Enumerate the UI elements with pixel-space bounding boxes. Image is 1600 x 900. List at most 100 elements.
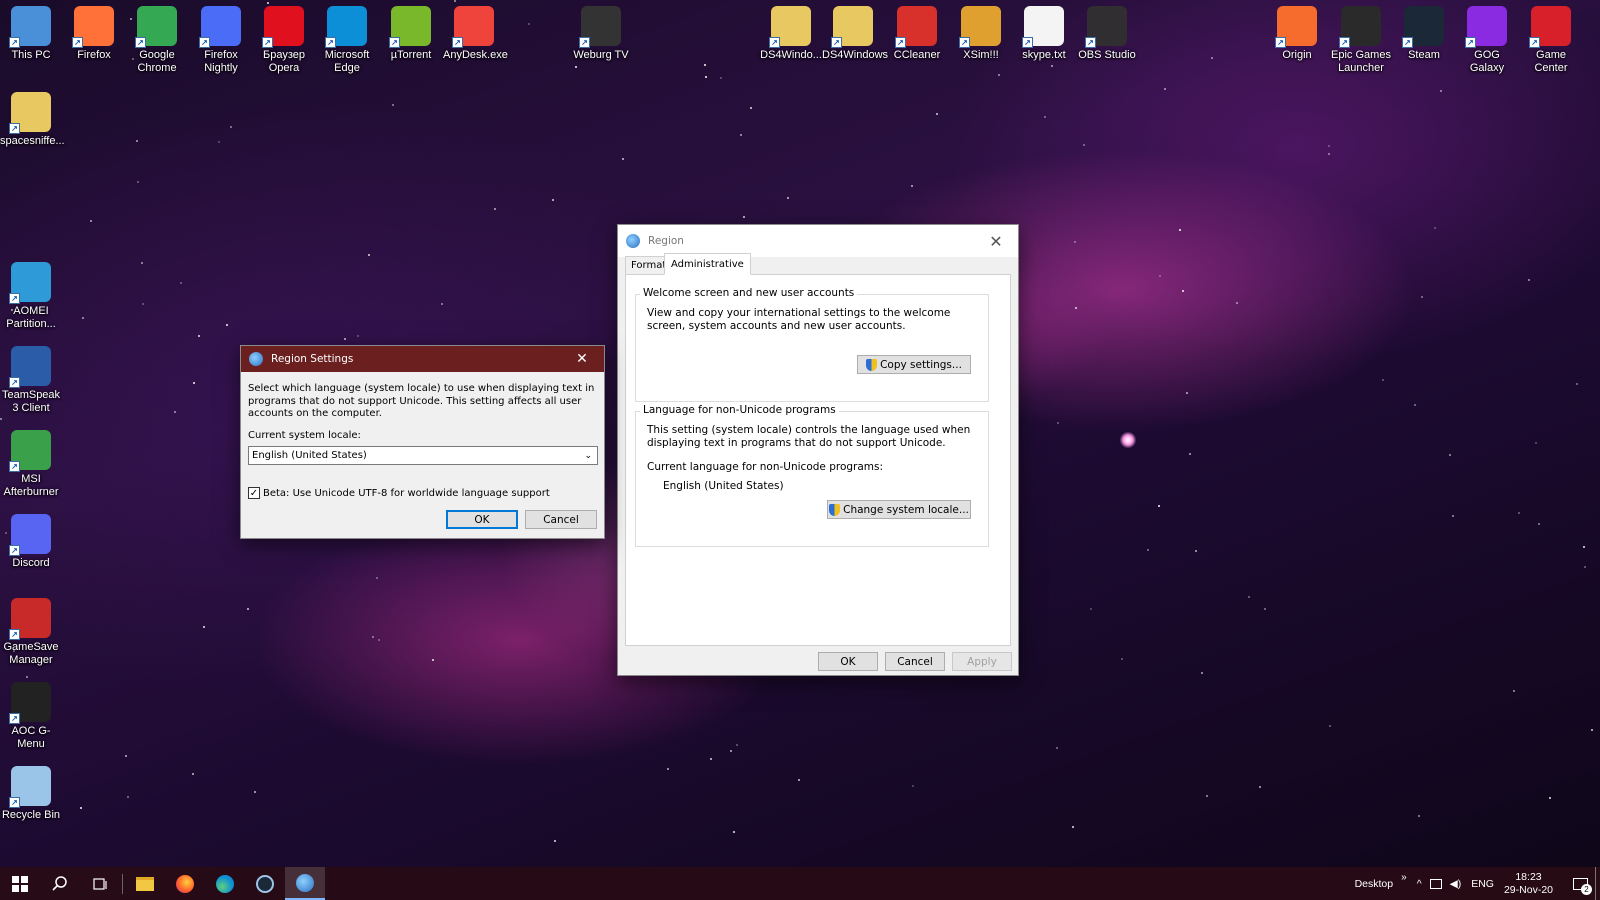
desktop-icon-steam[interactable]: ↗ Steam [1393, 2, 1455, 62]
star [1072, 826, 1074, 828]
desktop-icon-firefox[interactable]: ↗ Firefox [63, 2, 125, 62]
desktop-icon-aomei[interactable]: ↗ AOMEI Partition... [0, 258, 62, 331]
desktop-icon-anydesk[interactable]: ↗ AnyDesk.exe [443, 2, 508, 62]
desktop-icon-folder-zip[interactable]: ↗ spacesniffe... [0, 88, 65, 148]
star [622, 158, 624, 160]
star [1583, 546, 1585, 548]
desktop-icon-folder-zip[interactable]: ↗ XSim!!! [950, 2, 1012, 62]
desktop-icon-chrome[interactable]: ↗ Google Chrome [126, 2, 188, 75]
close-icon[interactable]: ✕ [560, 346, 604, 372]
star [1074, 241, 1076, 243]
toolbar-expand-icon[interactable]: » [1401, 872, 1407, 883]
obs-icon: ↗ [1085, 6, 1127, 48]
desktop-icon-ccleaner[interactable]: ↗ CCleaner [886, 2, 948, 62]
close-icon[interactable]: ✕ [974, 226, 1018, 256]
text-file-icon: ↗ [1022, 6, 1064, 48]
steam-icon[interactable] [245, 867, 285, 900]
star [127, 796, 129, 798]
change-system-locale-button[interactable]: Change system locale... [827, 500, 971, 519]
desktop-icon-this-pc[interactable]: ↗ This PC [0, 2, 62, 62]
desktop-icon-gog-galaxy[interactable]: ↗ GOG Galaxy [1456, 2, 1518, 75]
tab-administrative[interactable]: Administrative [664, 253, 751, 275]
star [1421, 296, 1423, 298]
network-icon[interactable] [1429, 878, 1442, 889]
desktop-icon-firefox-nightly[interactable]: ↗ Firefox Nightly [190, 2, 252, 75]
gamesave-manager-icon: ↗ [9, 598, 51, 640]
desktop-icon-epic-games[interactable]: ↗ Epic Games Launcher [1330, 2, 1392, 75]
star [1535, 442, 1537, 444]
desktop-icon-obs[interactable]: ↗ OBS Studio [1076, 2, 1138, 62]
copy-settings-button[interactable]: Copy settings... [857, 355, 971, 374]
show-desktop-button[interactable] [1595, 867, 1600, 900]
game-center-icon: ↗ [1529, 6, 1571, 48]
star [247, 608, 249, 610]
utf8-beta-checkbox[interactable]: ✓ [248, 487, 260, 499]
star [1236, 302, 1238, 304]
star [1182, 290, 1184, 292]
region-settings-titlebar[interactable]: Region Settings ✕ [241, 346, 604, 372]
shortcut-arrow-icon: ↗ [9, 377, 20, 388]
system-locale-select[interactable]: English (United States) ⌄ [248, 446, 598, 465]
star [0, 418, 2, 420]
star [1044, 116, 1046, 118]
desktop-icon-label: MSI Afterburner [3, 473, 59, 498]
start-icon[interactable] [0, 867, 40, 900]
edge-icon[interactable] [205, 867, 245, 900]
desktop-icon-folder-zip[interactable]: ↗ DS4Windo... [760, 2, 822, 62]
folder-zip-icon: ↗ [959, 6, 1001, 48]
desktop-icon-aoc-gmenu[interactable]: ↗ AOC G-Menu [0, 678, 62, 751]
shortcut-arrow-icon: ↗ [452, 37, 463, 48]
star [441, 303, 443, 305]
desktop-icon-msi-afterburner[interactable]: ↗ MSI Afterburner [0, 426, 62, 499]
region-settings-ok-button[interactable]: OK [446, 510, 518, 529]
region-settings-description: Select which language (system locale) to… [248, 383, 595, 419]
region-settings-cancel-button[interactable]: Cancel [525, 510, 597, 529]
desktop-icon-gamesave-manager[interactable]: ↗ GameSave Manager [0, 594, 62, 667]
star [357, 335, 359, 337]
desktop-icon-label: Recycle Bin [1, 809, 61, 821]
desktop-icon-text-file[interactable]: ↗ skype.txt [1013, 2, 1075, 62]
desktop-icon-origin[interactable]: ↗ Origin [1266, 2, 1328, 62]
desktop-icon-game-center[interactable]: ↗ Game Center [1520, 2, 1582, 75]
welcome-group-title: Welcome screen and new user accounts [640, 287, 858, 299]
desktop-icon-ds4windows[interactable]: ↗ DS4Windows [822, 2, 888, 62]
desktop-icon-utorrent[interactable]: ↗ µTorrent [380, 2, 442, 62]
desktop-icon-opera[interactable]: ↗ Браузер Opera [253, 2, 315, 75]
region-apply-button[interactable]: Apply [952, 652, 1012, 671]
desktop-icon-label: TeamSpeak 3 Client [1, 389, 61, 414]
region-settings-icon[interactable] [285, 867, 325, 900]
desktop-icon-recycle-bin[interactable]: ↗ Recycle Bin [0, 762, 62, 822]
search-icon[interactable] [40, 867, 80, 900]
star [230, 126, 232, 128]
star [90, 220, 92, 222]
chevron-up-icon[interactable]: ^ [1417, 878, 1422, 890]
star [198, 335, 200, 337]
msi-afterburner-icon: ↗ [9, 430, 51, 472]
desktop-icon-teamspeak[interactable]: ↗ TeamSpeak 3 Client [0, 342, 62, 415]
star [1195, 550, 1197, 552]
desktop-toolbar-label[interactable]: Desktop [1355, 878, 1394, 890]
administrative-panel: Welcome screen and new user accounts Vie… [625, 274, 1011, 646]
star [378, 639, 380, 641]
region-cancel-button[interactable]: Cancel [885, 652, 945, 671]
task-view-icon[interactable] [80, 867, 120, 900]
notification-center-icon[interactable]: 2 [1565, 867, 1595, 900]
desktop-icon-weburg[interactable]: ↗ Weburg TV [570, 2, 632, 62]
shortcut-arrow-icon: ↗ [579, 37, 590, 48]
region-ok-button[interactable]: OK [818, 652, 878, 671]
ccleaner-icon: ↗ [895, 6, 937, 48]
star [705, 76, 707, 78]
desktop-icon-discord[interactable]: ↗ Discord [0, 510, 62, 570]
file-explorer-icon[interactable] [125, 867, 165, 900]
shortcut-arrow-icon: ↗ [72, 37, 83, 48]
star [193, 382, 195, 384]
clock[interactable]: 18:23 29-Nov-20 [1504, 871, 1553, 897]
star [1528, 279, 1530, 281]
desktop-icon-edge[interactable]: ↗ Microsoft Edge [316, 2, 378, 75]
system-tray: Desktop » ^ ◀) ENG 18:23 29-Nov-20 2 [1355, 867, 1600, 900]
desktop-icon-label: Steam [1408, 49, 1440, 61]
firefox-icon[interactable] [165, 867, 205, 900]
volume-icon[interactable]: ◀) [1450, 878, 1462, 890]
utf8-beta-option[interactable]: ✓ Beta: Use Unicode UTF-8 for worldwide … [248, 487, 550, 499]
language-indicator[interactable]: ENG [1471, 878, 1494, 890]
